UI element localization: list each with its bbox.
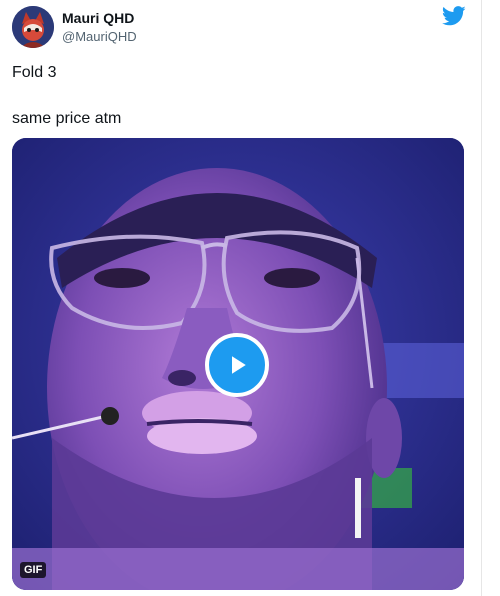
play-button[interactable] <box>205 333 269 397</box>
tweet-text-line-2: same price atm <box>12 110 122 127</box>
author-display-name[interactable]: Mauri QHD <box>62 10 134 26</box>
avatar[interactable] <box>12 6 54 48</box>
twitter-bird-icon[interactable] <box>442 6 466 26</box>
tweet-text-line-1: Fold 3 <box>12 64 57 81</box>
gif-badge: GIF <box>20 562 47 578</box>
author-handle[interactable]: @MauriQHD <box>62 29 137 44</box>
play-icon <box>232 356 246 374</box>
tweet-card: Mauri QHD @MauriQHD Fold 3 same price at… <box>0 0 482 596</box>
gif-media[interactable]: GIF <box>12 138 464 590</box>
